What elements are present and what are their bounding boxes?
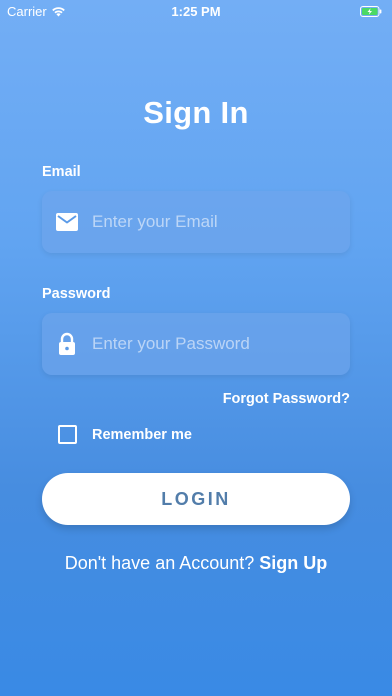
sign-up-link[interactable]: Sign Up: [259, 553, 327, 573]
password-input[interactable]: [92, 334, 332, 354]
forgot-password-link[interactable]: Forgot Password?: [223, 391, 350, 407]
signup-prompt: Don't have an Account? Sign Up: [0, 553, 392, 574]
login-button[interactable]: LOGIN: [42, 473, 350, 525]
mail-icon: [42, 213, 92, 231]
email-field[interactable]: [42, 191, 350, 253]
signup-prompt-text: Don't have an Account?: [64, 553, 260, 573]
email-label: Email: [42, 164, 81, 180]
page-title: Sign In: [143, 95, 249, 130]
battery-charging-icon: [360, 5, 382, 20]
status-bar: Carrier 1:25 PM: [0, 0, 392, 24]
remember-me-label: Remember me: [92, 426, 192, 443]
lock-icon: [42, 332, 92, 356]
email-input[interactable]: [92, 212, 332, 232]
remember-me-row[interactable]: Remember me: [58, 425, 192, 444]
status-time: 1:25 PM: [171, 4, 221, 19]
password-field[interactable]: [42, 313, 350, 375]
remember-me-checkbox[interactable]: [58, 425, 77, 444]
password-label: Password: [42, 286, 111, 302]
